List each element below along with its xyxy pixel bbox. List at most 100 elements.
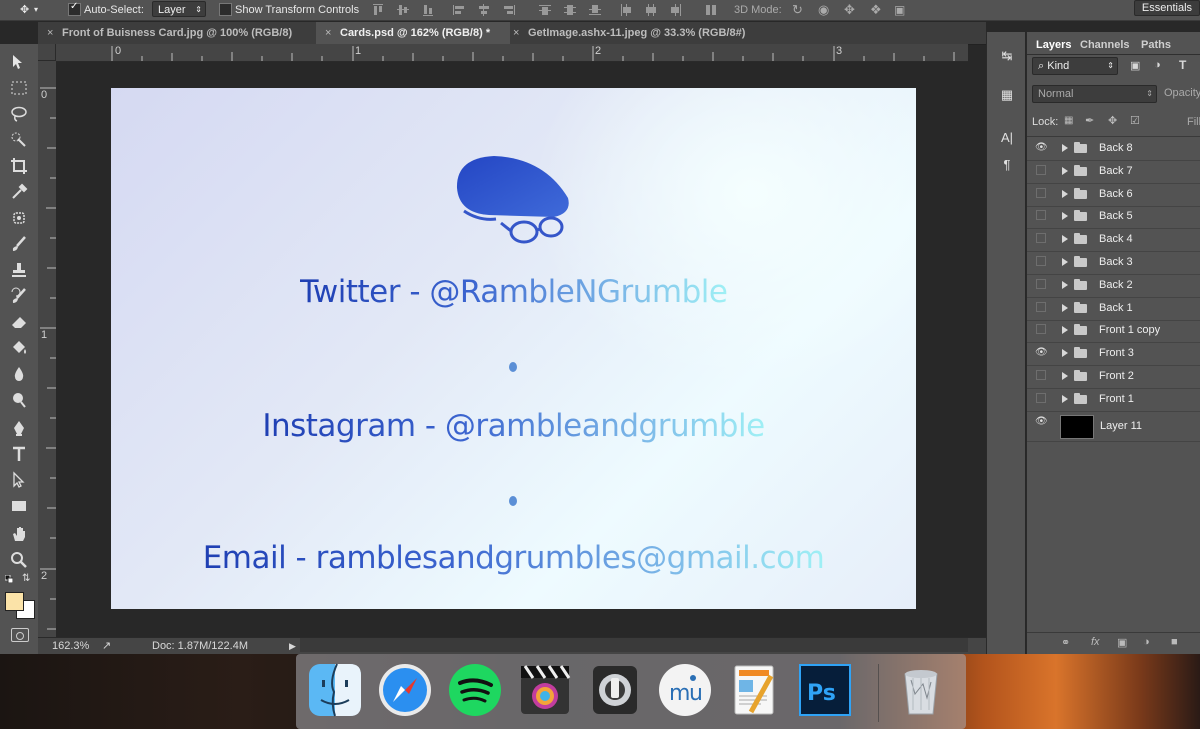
align-vcenter-icon[interactable] <box>396 3 410 17</box>
filter-kind-dropdown[interactable]: ⌕ Kind ⇕ <box>1032 57 1118 75</box>
expand-arrow-icon[interactable] <box>1062 258 1068 266</box>
expand-arrow-icon[interactable] <box>1062 144 1068 152</box>
layer-row[interactable]: Back 2 <box>1027 274 1200 298</box>
marquee-tool-icon[interactable] <box>9 78 29 98</box>
move-tool-icon[interactable]: ✥ <box>20 0 29 20</box>
trash-icon[interactable] <box>893 662 949 718</box>
lasso-tool-icon[interactable] <box>9 104 29 124</box>
3d-roll-icon[interactable]: ◉ <box>818 0 829 20</box>
business-card-document[interactable]: Twitter - @RambleNGrumble Instagram - @r… <box>111 88 916 609</box>
close-icon[interactable]: × <box>47 22 53 44</box>
vertical-ruler[interactable]: 0 1 2 <box>38 61 57 637</box>
dodge-tool-icon[interactable] <box>9 390 29 410</box>
eye-icon[interactable]: 👁 <box>1035 416 1048 428</box>
visibility-toggle[interactable] <box>1036 256 1046 266</box>
layer-row[interactable]: Front 1 <box>1027 388 1200 412</box>
expand-arrow-icon[interactable] <box>1062 212 1068 221</box>
path-selection-tool-icon[interactable] <box>9 470 29 490</box>
expand-arrow-icon[interactable] <box>1062 326 1068 335</box>
hand-tool-icon[interactable] <box>9 524 29 544</box>
paragraph-panel-icon[interactable]: ¶ <box>997 157 1017 177</box>
adjustment-layer-icon[interactable]: ◑ <box>1143 636 1150 648</box>
tab-paths[interactable]: Paths <box>1141 36 1171 54</box>
visibility-toggle[interactable] <box>1036 164 1046 175</box>
move-tool-icon[interactable] <box>9 52 29 72</box>
crop-tool-icon[interactable] <box>9 156 29 176</box>
expand-arrow-icon[interactable] <box>1062 349 1068 358</box>
tab-getimage[interactable]: × GetImage.ashx-11.jpeg @ 33.3% (RGB/8#) <box>504 22 794 44</box>
lock-all-icon[interactable]: ☑ <box>1130 114 1140 127</box>
swap-colors-icon[interactable]: ⇅ <box>22 573 30 584</box>
workspace-switcher[interactable]: Essentials <box>1134 0 1200 16</box>
character-panel-icon[interactable]: A| <box>997 130 1017 150</box>
expand-arrow-icon[interactable] <box>1062 372 1068 380</box>
musescore-icon[interactable]: mu <box>657 662 713 718</box>
layer-row[interactable]: Front 2 <box>1027 365 1200 389</box>
rectangle-tool-icon[interactable] <box>9 496 29 516</box>
visibility-toggle[interactable] <box>1036 187 1046 198</box>
layer-row[interactable]: Back 5 <box>1027 205 1200 230</box>
visibility-toggle[interactable] <box>1036 301 1046 312</box>
filter-adjustment-icon[interactable]: ◑ <box>1154 59 1161 71</box>
auto-select-checkbox[interactable]: ✓ <box>68 1 81 16</box>
spotify-icon[interactable] <box>447 662 503 718</box>
logic-pro-icon[interactable] <box>587 662 643 718</box>
visibility-toggle[interactable] <box>1036 233 1046 244</box>
3d-slide-icon[interactable]: ❖ <box>870 0 882 20</box>
expand-arrow-icon[interactable] <box>1062 280 1068 289</box>
expand-arrow-icon[interactable] <box>1062 235 1068 244</box>
horizontal-ruler[interactable]: 0 1 2 3 <box>56 44 968 62</box>
expand-arrow-icon[interactable] <box>1062 394 1068 403</box>
chevron-down-icon[interactable]: ▾ <box>34 0 38 20</box>
pages-icon[interactable] <box>727 662 783 718</box>
visibility-toggle[interactable] <box>1036 278 1046 289</box>
visibility-toggle[interactable] <box>1036 392 1046 403</box>
clone-stamp-tool-icon[interactable] <box>9 260 29 280</box>
layer-row[interactable]: Back 3 <box>1027 251 1200 275</box>
healing-brush-tool-icon[interactable] <box>9 208 29 228</box>
layer-row[interactable]: Back 7 <box>1027 160 1200 184</box>
foreground-color-swatch[interactable] <box>5 592 24 611</box>
align-top-icon[interactable] <box>371 3 385 17</box>
type-tool-icon[interactable] <box>9 444 29 464</box>
layer-row[interactable]: 👁 Front 3 <box>1027 342 1200 367</box>
3d-video-icon[interactable]: ▣ <box>894 0 905 20</box>
close-icon[interactable]: × <box>513 22 519 44</box>
pen-tool-icon[interactable] <box>9 418 29 438</box>
new-group-icon[interactable]: ■ <box>1171 636 1178 648</box>
finder-icon[interactable] <box>307 662 363 718</box>
layer-row[interactable]: Back 6 <box>1027 183 1200 207</box>
properties-panel-icon[interactable]: ▦ <box>997 87 1017 107</box>
distribute-top-icon[interactable] <box>538 3 552 17</box>
lock-transparent-icon[interactable]: ▦ <box>1064 115 1073 126</box>
lock-pixels-icon[interactable]: ✒ <box>1085 114 1094 127</box>
distribute-bottom-icon[interactable] <box>588 3 602 17</box>
blend-mode-dropdown[interactable]: Normal ⇕ <box>1032 85 1157 103</box>
auto-select-dropdown[interactable]: Layer ⇕ <box>152 1 206 17</box>
safari-icon[interactable] <box>377 662 433 718</box>
export-icon[interactable]: ↗ <box>102 638 111 654</box>
final-cut-pro-icon[interactable] <box>517 662 573 718</box>
visibility-toggle[interactable] <box>1036 324 1046 335</box>
distribute-vcenter-icon[interactable] <box>563 3 577 17</box>
tab-channels[interactable]: Channels <box>1080 36 1130 54</box>
filter-type-icon[interactable]: T <box>1179 58 1186 72</box>
distribute-left-icon[interactable] <box>619 3 633 17</box>
close-icon[interactable]: × <box>325 22 331 44</box>
layer-row[interactable]: 👁 Layer 11 <box>1027 411 1200 442</box>
history-panel-icon[interactable]: ↹ <box>997 48 1017 68</box>
eye-icon[interactable]: 👁 <box>1035 347 1048 359</box>
eye-icon[interactable]: 👁 <box>1035 142 1048 154</box>
transform-controls-checkbox[interactable] <box>219 3 232 16</box>
zoom-level[interactable]: 162.3% <box>52 638 89 654</box>
zoom-tool-icon[interactable] <box>9 550 29 570</box>
align-right-icon[interactable] <box>502 3 516 17</box>
eraser-tool-icon[interactable] <box>9 312 29 332</box>
blur-tool-icon[interactable] <box>9 364 29 384</box>
visibility-toggle[interactable] <box>1036 370 1046 380</box>
link-layers-icon[interactable]: ⚭ <box>1061 636 1070 649</box>
layer-row[interactable]: Front 1 copy <box>1027 319 1200 344</box>
3d-rotate-icon[interactable]: ↻ <box>792 0 803 20</box>
quick-selection-tool-icon[interactable] <box>9 130 29 150</box>
expand-arrow-icon[interactable] <box>1062 303 1068 312</box>
